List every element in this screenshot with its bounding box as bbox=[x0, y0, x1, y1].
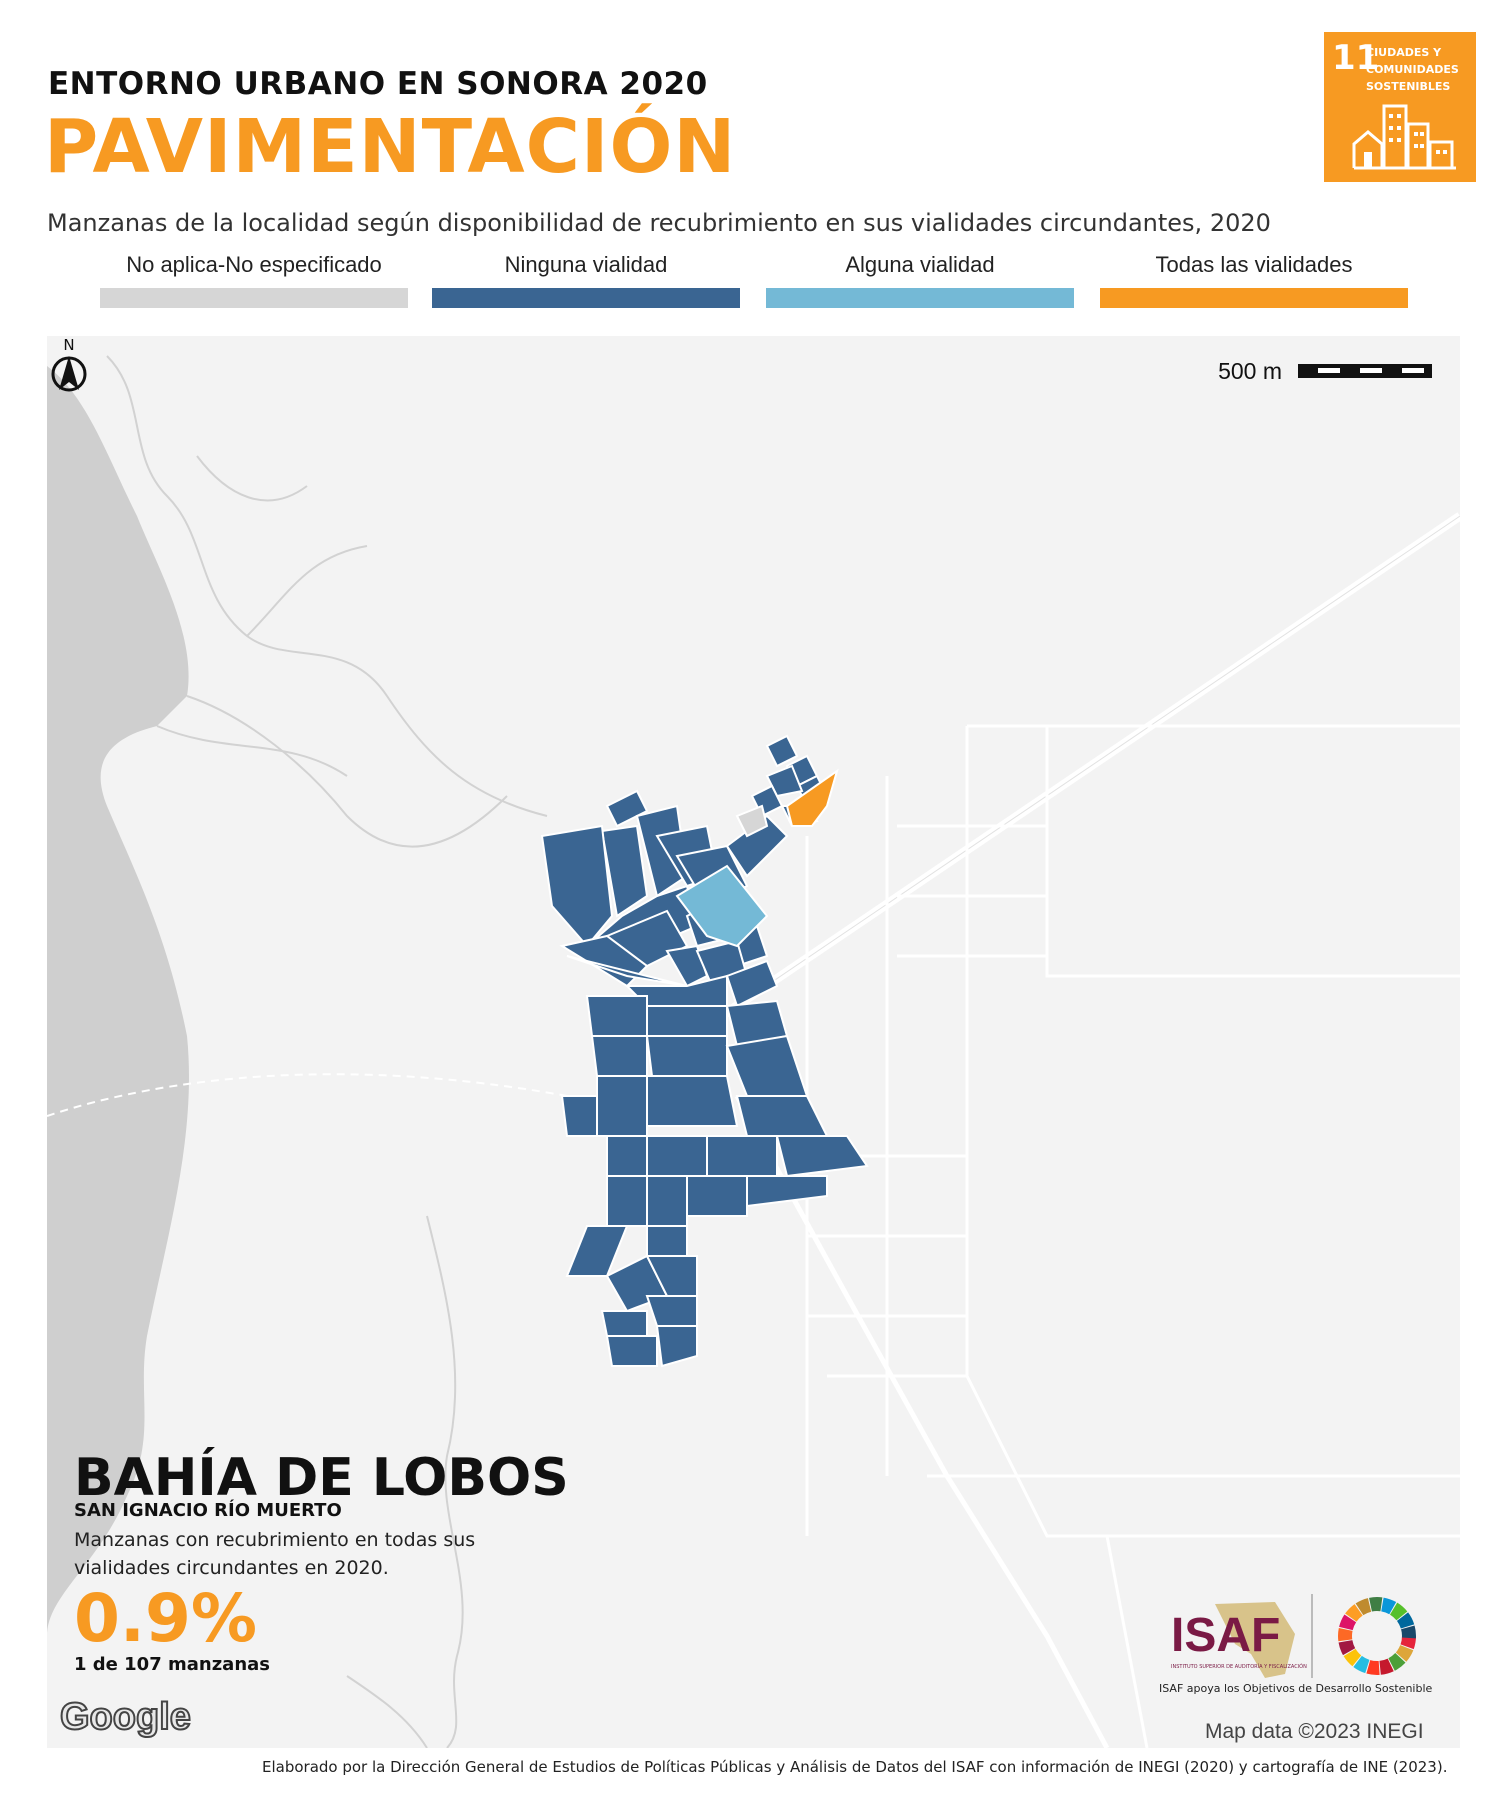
north-label: N bbox=[63, 336, 74, 354]
legend-item-all: Todas las vialidades bbox=[1100, 252, 1408, 308]
google-logo: Google bbox=[59, 1695, 192, 1739]
blocks-south bbox=[559, 894, 869, 1368]
source-credit: Elaborado por la Dirección General de Es… bbox=[262, 1758, 1448, 1776]
isaf-logo-subtitle: INSTITUTO SUPERIOR DE AUDITORÍA Y FISCAL… bbox=[1171, 1664, 1307, 1670]
legend-swatch bbox=[100, 288, 408, 308]
isaf-logo-block: ISAF INSTITUTO SUPERIOR DE AUDITORÍA Y F… bbox=[1155, 1594, 1450, 1704]
bay-water bbox=[47, 366, 189, 1636]
isaf-logo: ISAF bbox=[1171, 1609, 1281, 1662]
legend-item-some: Alguna vialidad bbox=[766, 252, 1074, 308]
legend-label: Ninguna vialidad bbox=[504, 252, 668, 277]
sdg-wheel-icon bbox=[1338, 1597, 1416, 1675]
city-buildings-icon bbox=[1352, 104, 1456, 170]
page-kicker: ENTORNO URBANO EN SONORA 2020 bbox=[48, 66, 708, 102]
legend-label: No aplica-No especificado bbox=[126, 252, 382, 277]
isaf-caption: ISAF apoya los Objetivos de Desarrollo S… bbox=[1159, 1682, 1433, 1695]
page-title: PAVIMENTACIÓN bbox=[44, 104, 737, 190]
municipality-name: SAN IGNACIO RÍO MUERTO bbox=[74, 1500, 342, 1521]
legend-swatch bbox=[766, 288, 1074, 308]
legend-item-na: No aplica-No especificado bbox=[100, 252, 408, 308]
stat-count: 1 de 107 manzanas bbox=[74, 1654, 271, 1675]
sdg-11-badge: 11 CIUDADES Y COMUNIDADES SOSTENIBLES bbox=[1324, 32, 1476, 182]
locality-name: BAHÍA DE LOBOS bbox=[74, 1448, 569, 1508]
map-attribution: Map data ©2023 INEGI bbox=[1205, 1720, 1424, 1743]
north-arrow-icon: N bbox=[51, 336, 87, 392]
scale-bar bbox=[1298, 364, 1432, 378]
stat-percentage: 0.9% bbox=[74, 1580, 258, 1657]
legend-swatch bbox=[432, 288, 740, 308]
legend-swatch bbox=[1100, 288, 1408, 308]
page-subtitle: Manzanas de la localidad según disponibi… bbox=[47, 209, 1271, 237]
legend-label: Alguna vialidad bbox=[845, 252, 995, 277]
stat-description: Manzanas con recubrimiento en todas sus … bbox=[74, 1529, 476, 1579]
scale-label: 500 m bbox=[1218, 358, 1282, 384]
legend-label: Todas las vialidades bbox=[1155, 252, 1353, 277]
legend-item-none: Ninguna vialidad bbox=[432, 252, 740, 308]
